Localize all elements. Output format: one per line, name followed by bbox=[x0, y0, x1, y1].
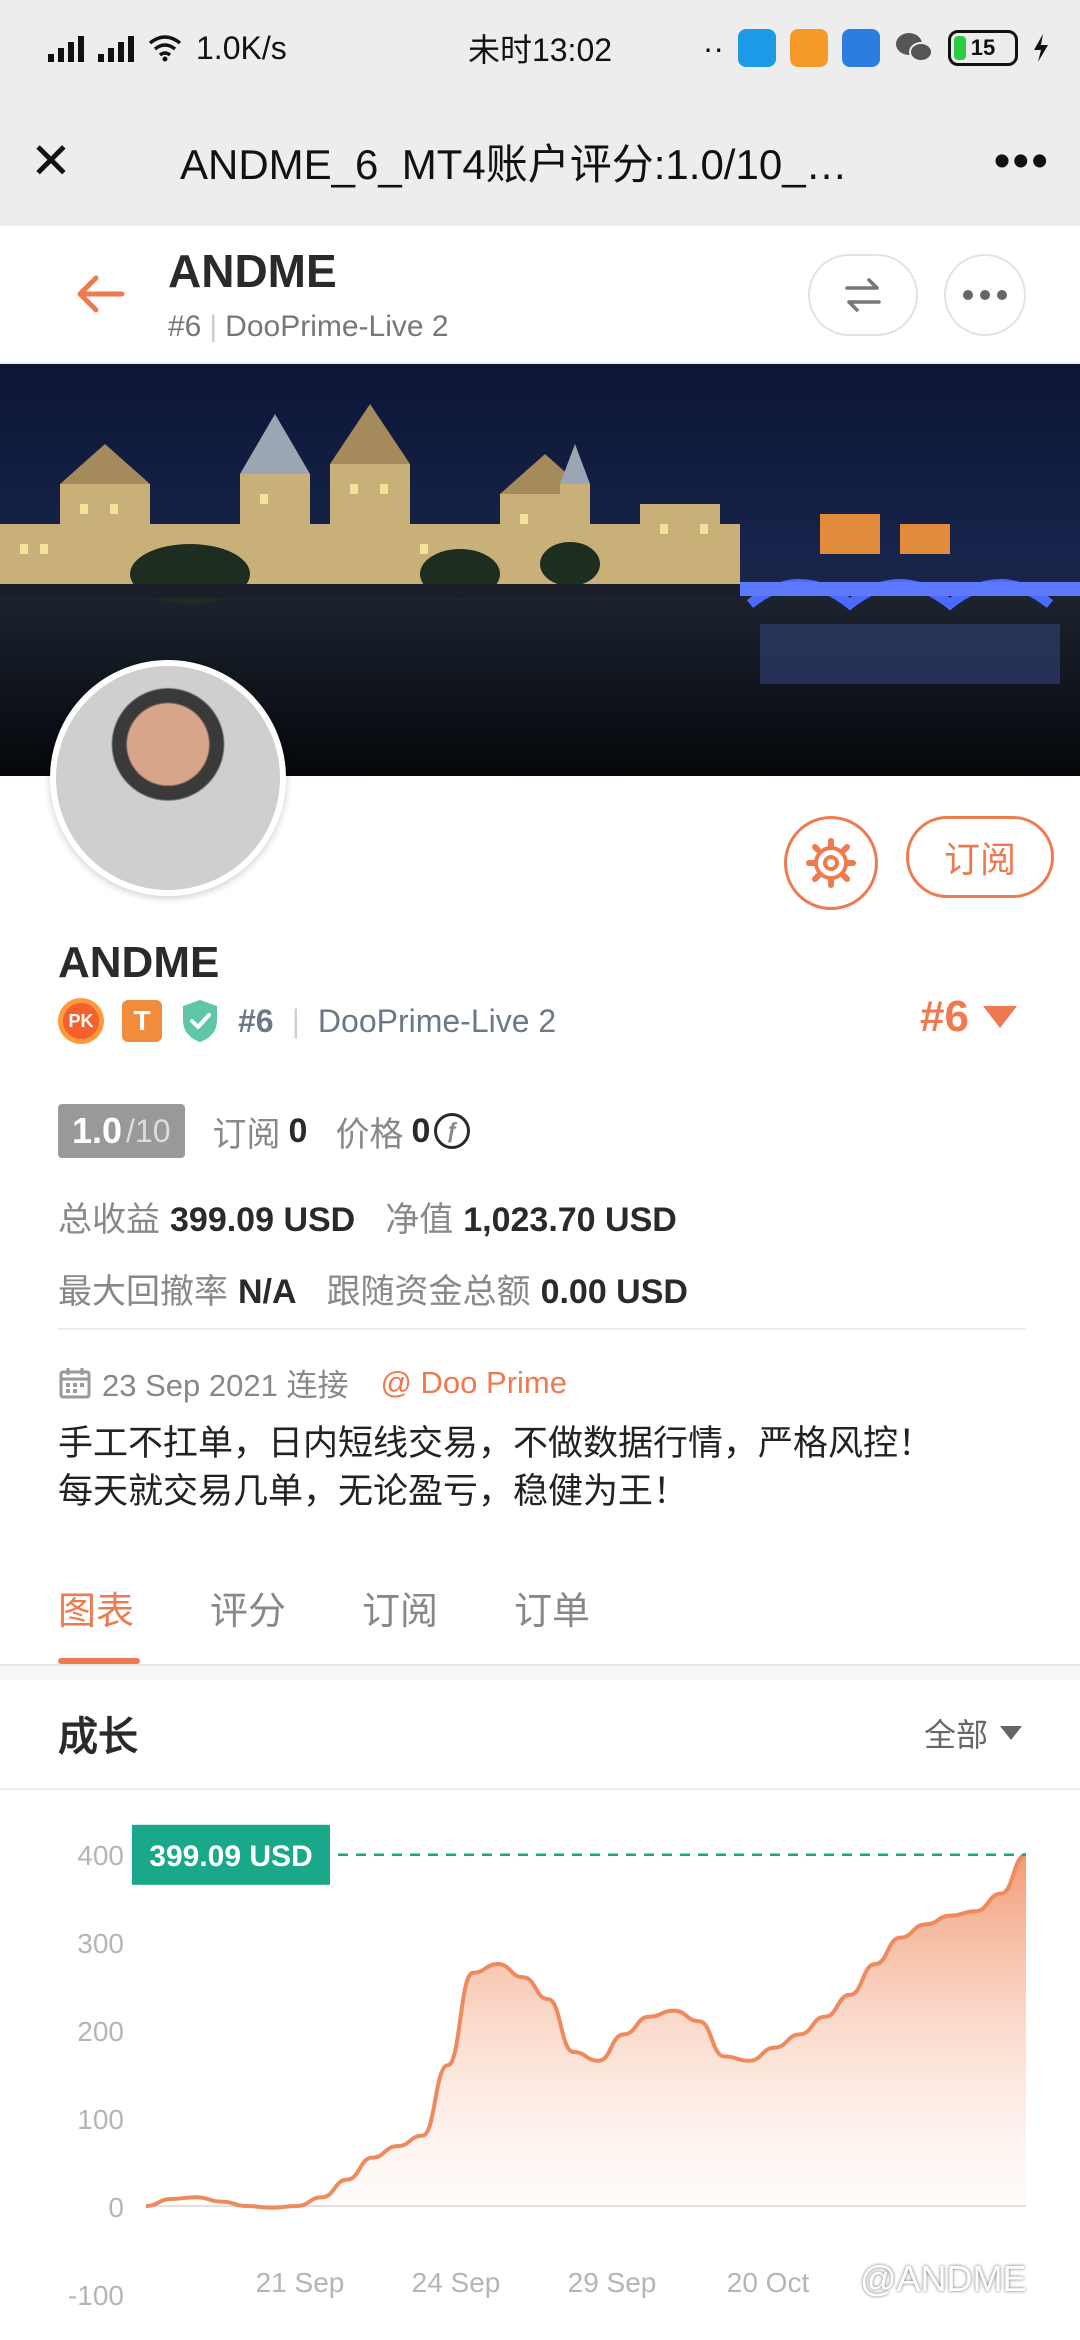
equity-label: 净值 bbox=[385, 1201, 454, 1239]
pk-badge-icon: PK bbox=[58, 998, 104, 1044]
y-tick-label: -100 bbox=[68, 2280, 124, 2311]
equity-value: 1,023.70 USD bbox=[463, 1201, 677, 1239]
profile-badges: PK T #6 | DooPrime-Live 2 bbox=[58, 998, 556, 1044]
active-tab-indicator bbox=[58, 1658, 140, 1664]
follow-total-value: 0.00 USD bbox=[540, 1273, 688, 1311]
header-account-name: ANDME bbox=[168, 245, 337, 297]
price-label: 价格 bbox=[335, 1115, 404, 1154]
status-left: 1.0K/s bbox=[48, 30, 287, 67]
browser-title-bar: ✕ ANDME_6_MT4账户评分:1.0/10_… ••• bbox=[0, 96, 1080, 226]
close-icon[interactable]: ✕ bbox=[30, 136, 80, 186]
calendar-icon bbox=[59, 1367, 91, 1398]
score-max: /10 bbox=[126, 1112, 171, 1149]
tab-chart[interactable]: 图表 bbox=[58, 1580, 134, 1635]
caret-down-icon bbox=[1000, 1726, 1023, 1740]
profile-broker: DooPrime-Live 2 bbox=[317, 1002, 557, 1039]
battery-level: 15 bbox=[970, 35, 996, 60]
y-tick-label: 400 bbox=[77, 1840, 124, 1871]
rank-dropdown[interactable]: #6 bbox=[920, 992, 1017, 1042]
separator: | bbox=[209, 310, 218, 343]
broker-link[interactable]: @ Doo Prime bbox=[380, 1365, 567, 1401]
app-header: ANDME #6 | DooPrime-Live 2 bbox=[0, 226, 1080, 364]
profit-row: 总收益 399.09 USD 净值 1,023.70 USD bbox=[58, 1192, 677, 1241]
score-badge: 1.0/10 bbox=[58, 1104, 185, 1158]
connected-date: 23 Sep 2021 连接 bbox=[102, 1368, 349, 1403]
profile-bio: 手工不扛单，日内短线交易，不做数据行情，严格风控！ 每天就交易几单，无论盈亏，稳… bbox=[58, 1420, 1038, 1516]
y-tick-label: 300 bbox=[77, 1928, 124, 1959]
x-tick-label: 21 Sep bbox=[256, 2267, 345, 2298]
subscriptions-label: 订阅 bbox=[212, 1115, 281, 1154]
y-tick-label: 0 bbox=[108, 2192, 124, 2223]
bio-line-2: 每天就交易几单，无论盈亏，稳健为王！ bbox=[58, 1472, 689, 1511]
t-badge-icon: T bbox=[122, 1000, 162, 1042]
verified-shield-icon bbox=[183, 1000, 217, 1042]
bio-line-1: 手工不扛单，日内短线交易，不做数据行情，严格风控！ bbox=[58, 1424, 934, 1463]
growth-area bbox=[146, 1854, 1026, 2208]
qq-app-icon bbox=[738, 29, 776, 67]
status-right: ·· 15 bbox=[703, 29, 1050, 67]
growth-title: 成长 bbox=[58, 1715, 138, 1759]
signal-icon-2 bbox=[98, 34, 134, 62]
avatar[interactable] bbox=[50, 660, 286, 896]
mail-app-icon bbox=[842, 29, 880, 67]
section-gap bbox=[0, 1666, 1080, 1680]
more-menu-button[interactable]: ••• bbox=[994, 134, 1050, 189]
charging-icon bbox=[1034, 34, 1048, 62]
y-tick-label: 200 bbox=[77, 2016, 124, 2047]
score-row: 1.0/10 订阅 0 价格 0 ƒ bbox=[58, 1104, 471, 1158]
watermark: @ANDME bbox=[860, 2258, 1027, 2299]
max-drawdown-label: 最大回撤率 bbox=[58, 1273, 228, 1311]
divider bbox=[58, 1328, 1026, 1330]
swap-button[interactable] bbox=[808, 254, 918, 336]
connected-row: 23 Sep 2021 连接 @ Doo Prime bbox=[58, 1360, 567, 1405]
price-value: 0 bbox=[411, 1111, 431, 1150]
caret-down-icon bbox=[982, 1006, 1017, 1028]
drawdown-row: 最大回撤率 N/A 跟随资金总额 0.00 USD bbox=[58, 1264, 688, 1313]
back-arrow-icon[interactable] bbox=[72, 266, 128, 322]
separator: | bbox=[291, 1002, 300, 1039]
tab-subscriptions[interactable]: 订阅 bbox=[362, 1580, 438, 1635]
wechat-icon bbox=[896, 33, 933, 62]
x-tick-label: 24 Sep bbox=[412, 2267, 501, 2298]
subscriptions-value: 0 bbox=[288, 1111, 308, 1150]
subscribe-button[interactable]: 订阅 bbox=[906, 816, 1054, 898]
total-profit-label: 总收益 bbox=[58, 1201, 160, 1239]
signal-icon bbox=[48, 34, 84, 62]
range-value: 全部 bbox=[924, 1717, 989, 1753]
x-tick-label: 29 Sep bbox=[568, 2267, 657, 2298]
growth-header: 成长 全部 bbox=[0, 1680, 1080, 1790]
total-profit-value: 399.09 USD bbox=[170, 1201, 356, 1239]
tab-bar: 图表 评分 订阅 订单 bbox=[0, 1560, 1080, 1666]
header-account-sub: #6 | DooPrime-Live 2 bbox=[168, 310, 449, 344]
profile-name: ANDME bbox=[58, 938, 220, 987]
gear-icon bbox=[806, 838, 856, 888]
profile-rank: #6 bbox=[238, 1002, 274, 1039]
header-rank: #6 bbox=[168, 310, 202, 343]
network-speed: 1.0K/s bbox=[196, 29, 287, 66]
tab-rating[interactable]: 评分 bbox=[210, 1580, 286, 1635]
wifi-icon bbox=[148, 35, 182, 62]
status-bar: 1.0K/s 未时13:02 ·· 15 bbox=[0, 0, 1080, 96]
more-dots-icon bbox=[963, 290, 1007, 300]
score-value: 1.0 bbox=[72, 1110, 123, 1151]
y-tick-label: 100 bbox=[77, 2104, 124, 2135]
status-dots: ·· bbox=[702, 29, 724, 66]
page-title: ANDME_6_MT4账户评分:1.0/10_… bbox=[180, 140, 848, 188]
follow-total-label: 跟随资金总额 bbox=[326, 1273, 531, 1311]
header-broker: DooPrime-Live 2 bbox=[225, 310, 449, 343]
swap-icon bbox=[845, 278, 881, 312]
current-value-label: 399.09 USD bbox=[149, 1840, 312, 1873]
rank-big-label: #6 bbox=[920, 992, 969, 1041]
header-more-button[interactable] bbox=[944, 254, 1026, 336]
range-dropdown[interactable]: 全部 bbox=[924, 1710, 1023, 1756]
battery-icon: 15 bbox=[948, 30, 1018, 66]
settings-button[interactable] bbox=[784, 816, 878, 910]
x-tick-label: 20 Oct bbox=[727, 2267, 810, 2298]
coin-icon: ƒ bbox=[434, 1113, 471, 1149]
bilibili-app-icon bbox=[790, 29, 828, 67]
tab-orders[interactable]: 订单 bbox=[514, 1580, 590, 1635]
max-drawdown-value: N/A bbox=[238, 1273, 297, 1311]
